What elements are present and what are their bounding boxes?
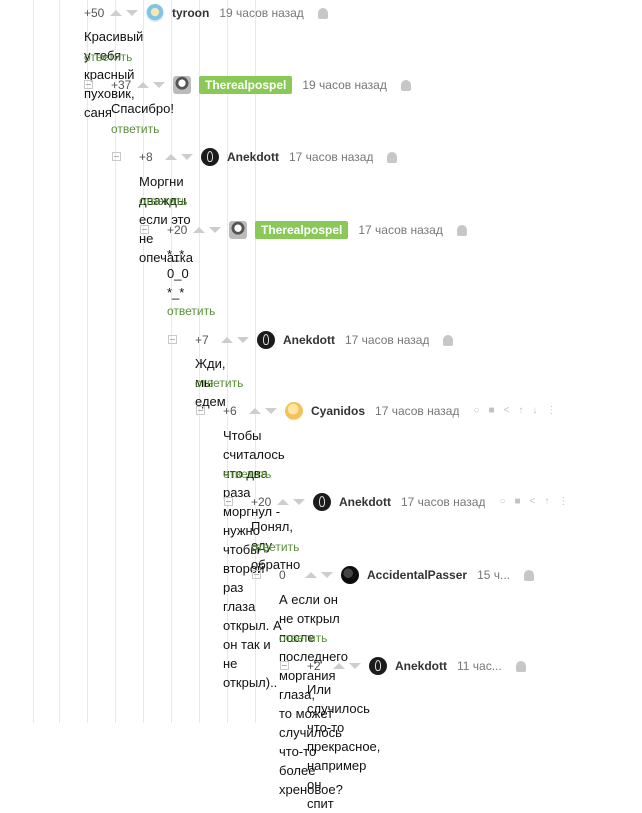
- upvote-icon[interactable]: [165, 154, 177, 160]
- comment-time[interactable]: 17 часов назад: [375, 404, 459, 418]
- share-icon[interactable]: <: [530, 497, 536, 507]
- android-icon: [443, 334, 454, 346]
- comment-text-line: глаза открыл. А он так и не открыл)..: [223, 599, 282, 690]
- author-name[interactable]: Cyanidos: [311, 404, 365, 418]
- upvote-icon[interactable]: [110, 10, 122, 16]
- downvote-icon[interactable]: [293, 499, 305, 505]
- reply-link[interactable]: ответить: [195, 376, 243, 390]
- to-top-icon[interactable]: ↑: [544, 497, 549, 507]
- collapse-toggle-icon[interactable]: [280, 661, 289, 670]
- comment-text-line: *_*: [167, 285, 185, 300]
- more-icon[interactable]: ⋮: [558, 497, 568, 507]
- comment-time[interactable]: 17 часов назад: [289, 150, 373, 164]
- avatar[interactable]: [229, 221, 247, 239]
- collapse-toggle-icon[interactable]: [112, 152, 121, 161]
- thread-line: [59, 0, 60, 723]
- comment-text-line: спит: [307, 796, 334, 811]
- downvote-icon[interactable]: [237, 337, 249, 343]
- author-name[interactable]: Anekdott: [227, 150, 279, 164]
- upvote-icon[interactable]: [277, 499, 289, 505]
- android-icon: [456, 224, 467, 236]
- share-icon[interactable]: <: [504, 406, 510, 416]
- comment-rating: +50: [84, 6, 105, 20]
- collapse-toggle-icon[interactable]: [84, 80, 93, 89]
- avatar[interactable]: [257, 331, 275, 349]
- comment-rating: +6: [223, 404, 237, 418]
- downvote-icon[interactable]: [209, 227, 221, 233]
- author-name[interactable]: tyroon: [172, 6, 209, 20]
- save-icon[interactable]: ■: [489, 406, 495, 416]
- collapse-toggle-icon[interactable]: [196, 406, 205, 415]
- comment-time[interactable]: 17 часов назад: [345, 333, 429, 347]
- author-name[interactable]: Anekdott: [395, 659, 447, 673]
- reply-link[interactable]: ответить: [279, 631, 327, 645]
- thread-line: [33, 0, 34, 723]
- collapse-toggle-icon[interactable]: [168, 335, 177, 344]
- collapse-toggle-icon[interactable]: [252, 570, 261, 579]
- avatar[interactable]: [369, 657, 387, 675]
- downvote-icon[interactable]: [349, 663, 361, 669]
- comment-time[interactable]: 17 часов назад: [401, 495, 485, 509]
- avatar[interactable]: [173, 76, 191, 94]
- reply-link[interactable]: ответить: [167, 304, 215, 318]
- upvote-icon[interactable]: [333, 663, 345, 669]
- comment-rating: +8: [139, 150, 153, 164]
- comment-rating: 0: [279, 568, 286, 582]
- author-name[interactable]: Anekdott: [283, 333, 335, 347]
- author-name[interactable]: Anekdott: [339, 495, 391, 509]
- reply-link[interactable]: ответить: [139, 194, 187, 208]
- upvote-icon[interactable]: [305, 572, 317, 578]
- reply-link[interactable]: ответить: [251, 540, 299, 554]
- downvote-icon[interactable]: [181, 154, 193, 160]
- comment-time[interactable]: 19 часов назад: [302, 78, 386, 92]
- downvote-icon[interactable]: [153, 82, 165, 88]
- comment-time[interactable]: 15 ч...: [477, 568, 510, 582]
- android-icon: [524, 569, 534, 581]
- avatar[interactable]: [285, 402, 303, 420]
- comment-text-line: 0_0: [167, 266, 189, 281]
- comment-rating: +7: [195, 333, 209, 347]
- comment-rating: +37: [111, 78, 132, 92]
- comment-rating: +20: [167, 223, 188, 237]
- comment-time[interactable]: 19 часов назад: [219, 6, 303, 20]
- comment-text-line: *_*: [167, 247, 185, 262]
- comment-time[interactable]: 17 часов назад: [358, 223, 442, 237]
- android-icon: [515, 660, 526, 672]
- android-icon: [317, 7, 328, 19]
- comment-rating: +20: [251, 495, 272, 509]
- collapse-toggle-icon[interactable]: [140, 225, 149, 234]
- downvote-icon[interactable]: [126, 10, 138, 16]
- author-name[interactable]: Therealpospel: [255, 221, 349, 239]
- upvote-icon[interactable]: [249, 408, 261, 414]
- reply-link[interactable]: ответить: [111, 122, 159, 136]
- save-icon[interactable]: ■: [515, 497, 521, 507]
- collapse-toggle-icon[interactable]: [224, 497, 233, 506]
- comment-time[interactable]: 11 час...: [457, 659, 502, 673]
- avatar[interactable]: [313, 493, 331, 511]
- author-name[interactable]: AccidentalPasser: [367, 568, 467, 582]
- reply-link[interactable]: ответить: [84, 50, 132, 64]
- comment-rating: +2: [307, 659, 321, 673]
- avatar[interactable]: [341, 566, 359, 584]
- link-icon[interactable]: ○: [473, 406, 479, 416]
- avatar[interactable]: [146, 4, 164, 22]
- to-top-icon[interactable]: ↑: [518, 406, 523, 416]
- avatar[interactable]: [201, 148, 219, 166]
- upvote-icon[interactable]: [137, 82, 149, 88]
- reply-link[interactable]: ответить: [223, 467, 271, 481]
- android-icon: [387, 151, 398, 163]
- comment-text-line: Или случилось что-то прекрасное, наприме…: [307, 682, 381, 792]
- author-name[interactable]: Therealpospel: [199, 76, 293, 94]
- to-bottom-icon[interactable]: ↓: [532, 406, 537, 416]
- more-icon[interactable]: ⋮: [546, 406, 556, 416]
- comment-text: Спасибро!: [111, 101, 174, 116]
- upvote-icon[interactable]: [221, 337, 233, 343]
- downvote-icon[interactable]: [321, 572, 333, 578]
- android-icon: [400, 79, 411, 91]
- link-icon[interactable]: ○: [499, 497, 505, 507]
- upvote-icon[interactable]: [193, 227, 205, 233]
- downvote-icon[interactable]: [265, 408, 277, 414]
